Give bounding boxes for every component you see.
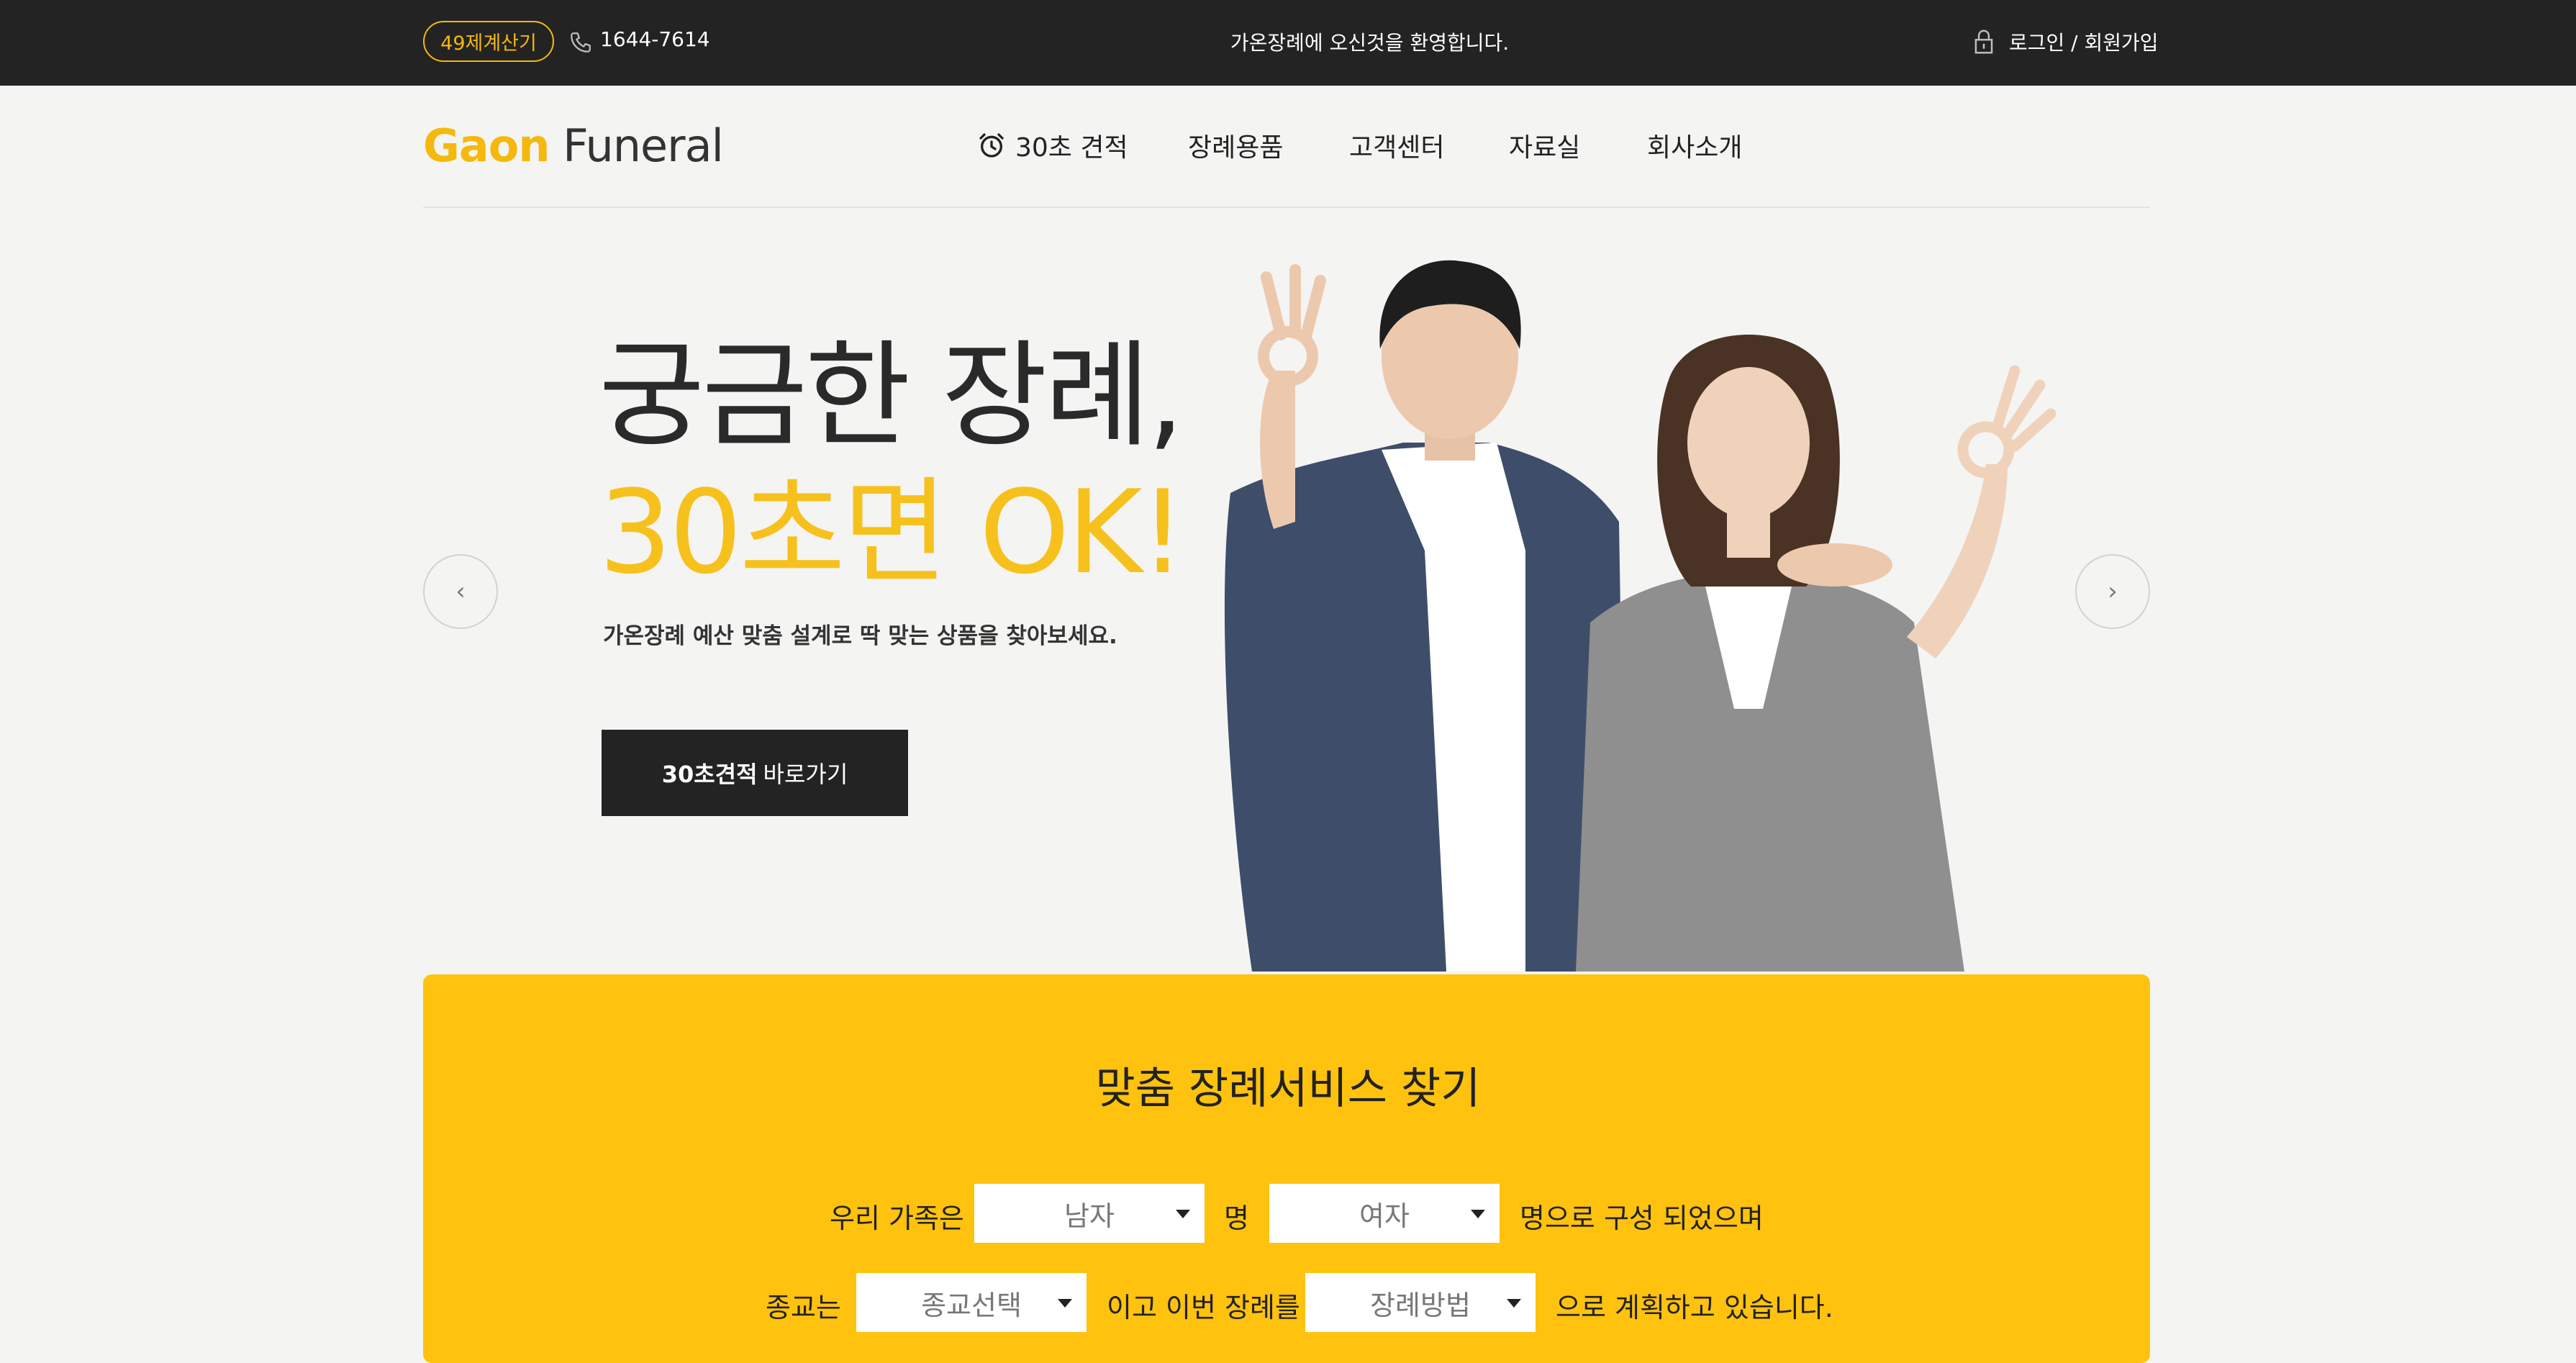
- male-select-value: 남자: [1064, 1200, 1115, 1232]
- religion-select-value: 종교선택: [921, 1289, 1022, 1321]
- carousel-next-button[interactable]: ›: [2075, 554, 2150, 629]
- cta-bold-label: 30초견적: [661, 761, 758, 788]
- welcome-message: 가온장례에 오신것을 환영합니다.: [1230, 31, 1510, 55]
- cta-label: 바로가기: [763, 761, 848, 788]
- hero-photo-couple: [1224, 260, 2056, 972]
- nav-archive[interactable]: 자료실: [1509, 127, 1580, 164]
- nav-quote[interactable]: 30초 견적: [1015, 127, 1128, 164]
- funeral-method-select-value: 장례방법: [1370, 1289, 1471, 1321]
- finder-title: 맞춤 장례서비스 찾기: [1095, 1064, 1481, 1114]
- nav-company-intro[interactable]: 회사소개: [1647, 127, 1742, 164]
- login-signup-link[interactable]: 로그인 / 회원가입: [2009, 27, 2159, 56]
- chevron-right-icon: ›: [2108, 577, 2118, 606]
- female-count-select[interactable]: 여자: [1269, 1184, 1500, 1243]
- nav-customer-center[interactable]: 고객센터: [1349, 127, 1444, 164]
- caret-down-icon: [1058, 1299, 1072, 1308]
- nav-funeral-goods[interactable]: 장례용품: [1188, 127, 1283, 164]
- family-prefix-text: 우리 가족은: [830, 1203, 964, 1234]
- logo-accent: Gaon: [423, 119, 550, 172]
- alarm-clock-icon: [979, 133, 1004, 158]
- family-count-unit: 명: [1224, 1203, 1249, 1234]
- funeral-method-suffix-text: 으로 계획하고 있습니다.: [1556, 1292, 1833, 1323]
- chevron-left-icon: ‹: [455, 577, 466, 606]
- funeral-method-select[interactable]: 장례방법: [1305, 1273, 1536, 1332]
- caret-down-icon: [1471, 1210, 1485, 1218]
- religion-prefix-text: 종교는: [766, 1292, 841, 1323]
- carousel-prev-button[interactable]: ‹: [423, 554, 498, 629]
- caret-down-icon: [1176, 1210, 1190, 1218]
- caret-down-icon: [1507, 1299, 1521, 1308]
- religion-select[interactable]: 종교선택: [856, 1273, 1087, 1332]
- family-suffix-text: 명으로 구성 되었으며: [1520, 1203, 1764, 1234]
- female-select-value: 여자: [1359, 1200, 1410, 1232]
- male-count-select[interactable]: 남자: [974, 1184, 1205, 1243]
- quote-cta-button[interactable]: 30초견적 바로가기: [602, 730, 908, 816]
- hero-headline-accent: 30초면 OK!: [599, 465, 1186, 599]
- hero-subtitle: 가온장례 예산 맞춤 설계로 딱 맞는 상품을 찾아보세요.: [603, 623, 1117, 649]
- logo[interactable]: Gaon Funeral: [423, 119, 724, 172]
- hero-headline: 궁금한 장례,: [599, 328, 1184, 463]
- funeral-method-middle-text: 이고 이번 장례를: [1107, 1292, 1300, 1323]
- lock-icon: [1974, 30, 1993, 54]
- header-divider: [423, 207, 2150, 208]
- logo-text: Funeral: [549, 119, 724, 172]
- top-bar: 49제계산기 1644-7614 가온장례에 오신것을 환영합니다. 로그인 /…: [0, 0, 2576, 86]
